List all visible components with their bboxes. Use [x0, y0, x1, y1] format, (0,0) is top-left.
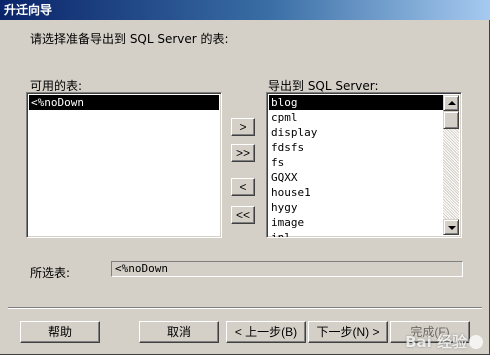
baidu-watermark: Bai 经验: [405, 331, 483, 352]
list-item[interactable]: image: [269, 215, 443, 230]
paw-icon: [469, 335, 483, 349]
scroll-up-button[interactable]: [443, 95, 459, 111]
list-item[interactable]: blog: [269, 95, 443, 110]
list-item[interactable]: fs: [269, 155, 443, 170]
arrow-down-icon: [448, 226, 456, 230]
list-item[interactable]: <%noDown: [29, 95, 219, 110]
list-item[interactable]: cpml: [269, 110, 443, 125]
export-tables-list[interactable]: blog cpml display fdsfs fs GQXX house1 hygy imag…: [266, 92, 462, 238]
list-item[interactable]: display: [269, 125, 443, 140]
selected-table-label: 所选表:: [30, 266, 71, 280]
arrow-up-icon: [448, 101, 456, 105]
divider: [8, 307, 482, 309]
list-item[interactable]: house1: [269, 185, 443, 200]
add-table-button[interactable]: >: [231, 118, 255, 136]
help-button[interactable]: 帮助: [20, 321, 100, 343]
available-tables-list[interactable]: <%noDown: [26, 92, 222, 238]
selected-table-field: <%noDown: [111, 261, 463, 277]
list-item[interactable]: inl: [269, 230, 443, 237]
remove-all-tables-button[interactable]: <<: [231, 206, 255, 224]
list-item[interactable]: fdsfs: [269, 140, 443, 155]
scroll-down-button[interactable]: [443, 219, 459, 235]
next-button[interactable]: 下一步(N) >: [308, 321, 388, 343]
add-all-tables-button[interactable]: >>: [231, 144, 255, 162]
wizard-window: 升迁向导 请选择准备导出到 SQL Server 的表: 可用的表: 导出到 S…: [0, 0, 490, 355]
back-button[interactable]: < 上一步(B): [226, 321, 306, 343]
watermark-text: Bai 经验: [405, 333, 467, 351]
export-list-scrollbar[interactable]: [443, 95, 459, 235]
remove-table-button[interactable]: <: [231, 178, 255, 196]
list-item[interactable]: GQXX: [269, 170, 443, 185]
instruction-text: 请选择准备导出到 SQL Server 的表:: [30, 32, 229, 46]
title-bar: 升迁向导: [0, 0, 490, 20]
list-item[interactable]: hygy: [269, 200, 443, 215]
scroll-thumb[interactable]: [443, 111, 459, 129]
cancel-button[interactable]: 取消: [139, 321, 219, 343]
